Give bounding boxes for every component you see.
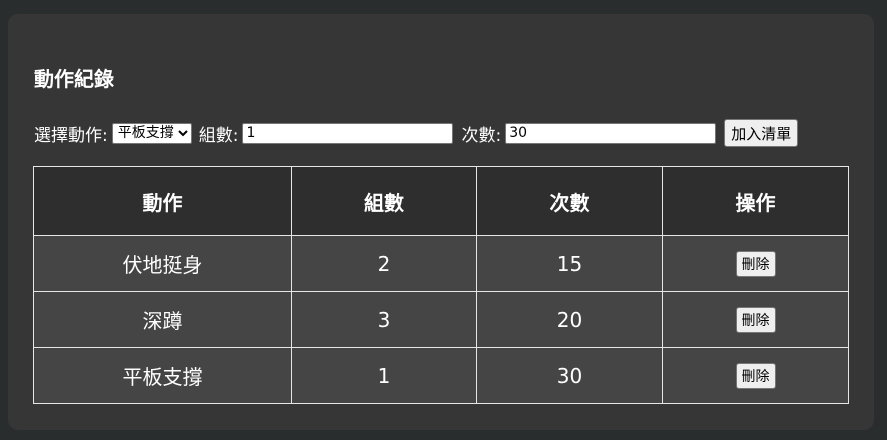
exercise-cell: 平板支撐 <box>33 347 292 404</box>
reps-cell: 30 <box>476 347 663 404</box>
delete-button[interactable]: 刪除 <box>735 251 776 277</box>
sets-cell: 1 <box>291 347 477 404</box>
exercise-cell: 深蹲 <box>33 291 292 348</box>
delete-button[interactable]: 刪除 <box>735 307 776 333</box>
sets-cell: 3 <box>291 291 477 348</box>
reps-cell: 15 <box>476 235 663 292</box>
exercise-select-label: 選擇動作: <box>34 125 108 146</box>
column-header-reps: 次數 <box>476 166 663 236</box>
table-row: 伏地挺身 2 15 刪除 <box>33 235 849 292</box>
add-exercise-form: 選擇動作: 平板支撐 組數: 次數: 加入清單 <box>34 119 799 147</box>
column-header-sets: 組數 <box>291 166 477 236</box>
table-row: 平板支撐 1 30 刪除 <box>33 347 849 404</box>
reps-label: 次數: <box>461 125 502 146</box>
column-header-exercise: 動作 <box>33 166 292 236</box>
exercise-cell: 伏地挺身 <box>33 235 292 292</box>
table-header-row: 動作 組數 次數 操作 <box>33 166 849 236</box>
reps-input[interactable] <box>505 122 717 144</box>
add-to-list-button[interactable]: 加入清單 <box>724 119 799 147</box>
action-cell: 刪除 <box>662 347 849 404</box>
delete-button[interactable]: 刪除 <box>735 363 776 389</box>
reps-cell: 20 <box>476 291 663 348</box>
action-cell: 刪除 <box>662 235 849 292</box>
sets-cell: 2 <box>291 235 477 292</box>
column-header-action: 操作 <box>662 166 849 236</box>
workout-log-panel: 動作紀錄 選擇動作: 平板支撐 組數: 次數: 加入清單 動作 組數 次數 操作 <box>8 14 874 430</box>
exercise-table: 動作 組數 次數 操作 伏地挺身 2 15 刪除 深蹲 3 20 刪除 平板支撐… <box>33 166 849 404</box>
sets-label: 組數: <box>198 125 239 146</box>
table-row: 深蹲 3 20 刪除 <box>33 291 849 348</box>
exercise-select[interactable]: 平板支撐 <box>111 122 192 144</box>
page-title: 動作紀錄 <box>34 67 114 91</box>
action-cell: 刪除 <box>662 291 849 348</box>
sets-input[interactable] <box>242 122 454 144</box>
